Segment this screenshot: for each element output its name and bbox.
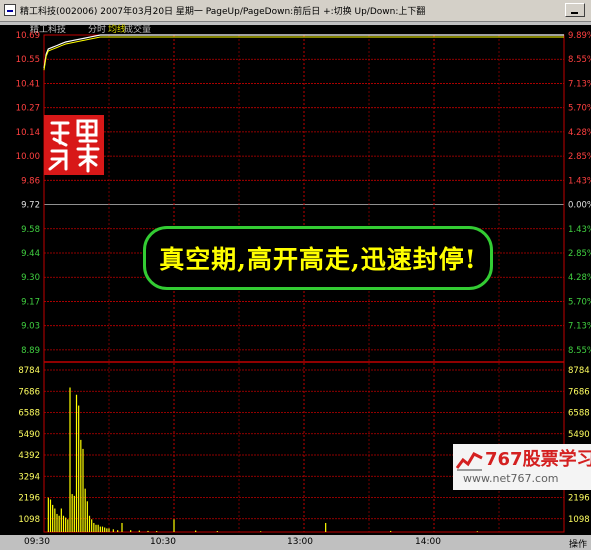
volume-tick-label: 1098 <box>18 515 40 525</box>
volume-tick-label: 2196 <box>568 494 590 504</box>
volume-tick-label: 8784 <box>18 366 40 376</box>
volume-tick-label: 6588 <box>18 409 40 419</box>
percent-tick-label: 7.13% <box>568 322 591 332</box>
price-tick-label: 9.72 <box>21 201 40 211</box>
percent-tick-label: 5.70% <box>568 297 591 307</box>
percent-tick-label: 8.55% <box>568 346 591 356</box>
volume-tick-label: 7686 <box>18 387 40 397</box>
seal-logo <box>44 115 104 175</box>
volume-tick-label: 6588 <box>568 409 590 419</box>
price-tick-label: 9.03 <box>21 322 40 332</box>
chart-legend: 精工科技 分时 均线 成交量 <box>0 25 591 35</box>
title-bar: 精工科技(002006) 2007年03月20日 星期一 PageUp/Page… <box>0 0 591 22</box>
time-tick: 13:00 <box>287 537 313 547</box>
watermark-title: 767股票学习网 <box>485 449 591 470</box>
watermark-url: www.net767.com <box>463 472 559 485</box>
chart-icon <box>456 452 483 471</box>
annotation-text: 真空期,高开高走,迅速封停! <box>159 245 477 274</box>
stock-name-label: 精工科技 <box>30 25 67 35</box>
time-tick: 10:30 <box>150 537 176 547</box>
volume-tick-label: 2196 <box>18 494 40 504</box>
percent-tick-label: 7.13% <box>568 79 591 89</box>
percent-tick-label: 1.43% <box>568 176 591 186</box>
volume-tick-label: 7686 <box>568 387 590 397</box>
minimize-button[interactable] <box>565 3 585 17</box>
status-bar: 09:30 10:30 13:00 14:00 操作 <box>0 535 591 550</box>
price-tick-label: 9.30 <box>21 273 40 283</box>
price-tick-label: 10.14 <box>16 128 40 138</box>
price-tick-label: 10.41 <box>16 79 40 89</box>
time-share-label: 分时 <box>88 25 107 35</box>
percent-tick-label: 2.85% <box>568 152 591 162</box>
watermark-logo: 767股票学习网 www.net767.com <box>453 444 591 490</box>
volume-label: 成交量 <box>124 25 152 35</box>
volume-tick-label: 4392 <box>18 451 40 461</box>
percent-tick-label: 4.28% <box>568 128 591 138</box>
price-tick-label: 10.00 <box>16 152 40 162</box>
price-tick-label: 9.17 <box>21 297 40 307</box>
time-tick: 14:00 <box>415 537 441 547</box>
operate-button[interactable]: 操作 <box>569 537 587 550</box>
percent-tick-label: 8.55% <box>568 55 591 65</box>
average-line <box>43 36 564 71</box>
volume-tick-label: 5490 <box>18 430 40 440</box>
volume-tick-label: 5490 <box>568 430 590 440</box>
percent-tick-label: 1.43% <box>568 225 591 235</box>
percent-tick-label: 2.85% <box>568 249 591 259</box>
price-tick-label: 8.89 <box>21 346 40 356</box>
percent-tick-label: 0.00% <box>568 201 591 211</box>
price-tick-label: 9.58 <box>21 225 40 235</box>
app-icon <box>4 4 16 16</box>
annotation-banner: 真空期,高开高走,迅速封停! <box>143 226 493 290</box>
time-tick: 09:30 <box>24 537 50 547</box>
seal-glyph-art <box>48 119 100 173</box>
price-tick-label: 9.44 <box>21 249 40 259</box>
price-tick-label: 10.55 <box>16 55 40 65</box>
percent-tick-label: 5.70% <box>568 104 591 114</box>
percent-tick-label: 4.28% <box>568 273 591 283</box>
volume-tick-label: 3294 <box>18 472 40 482</box>
window-title: 精工科技(002006) 2007年03月20日 星期一 PageUp/Page… <box>20 7 426 17</box>
price-tick-label: 10.27 <box>16 104 40 114</box>
price-tick-label: 9.86 <box>21 176 40 186</box>
volume-tick-label: 1098 <box>568 515 590 525</box>
volume-tick-label: 8784 <box>568 366 590 376</box>
